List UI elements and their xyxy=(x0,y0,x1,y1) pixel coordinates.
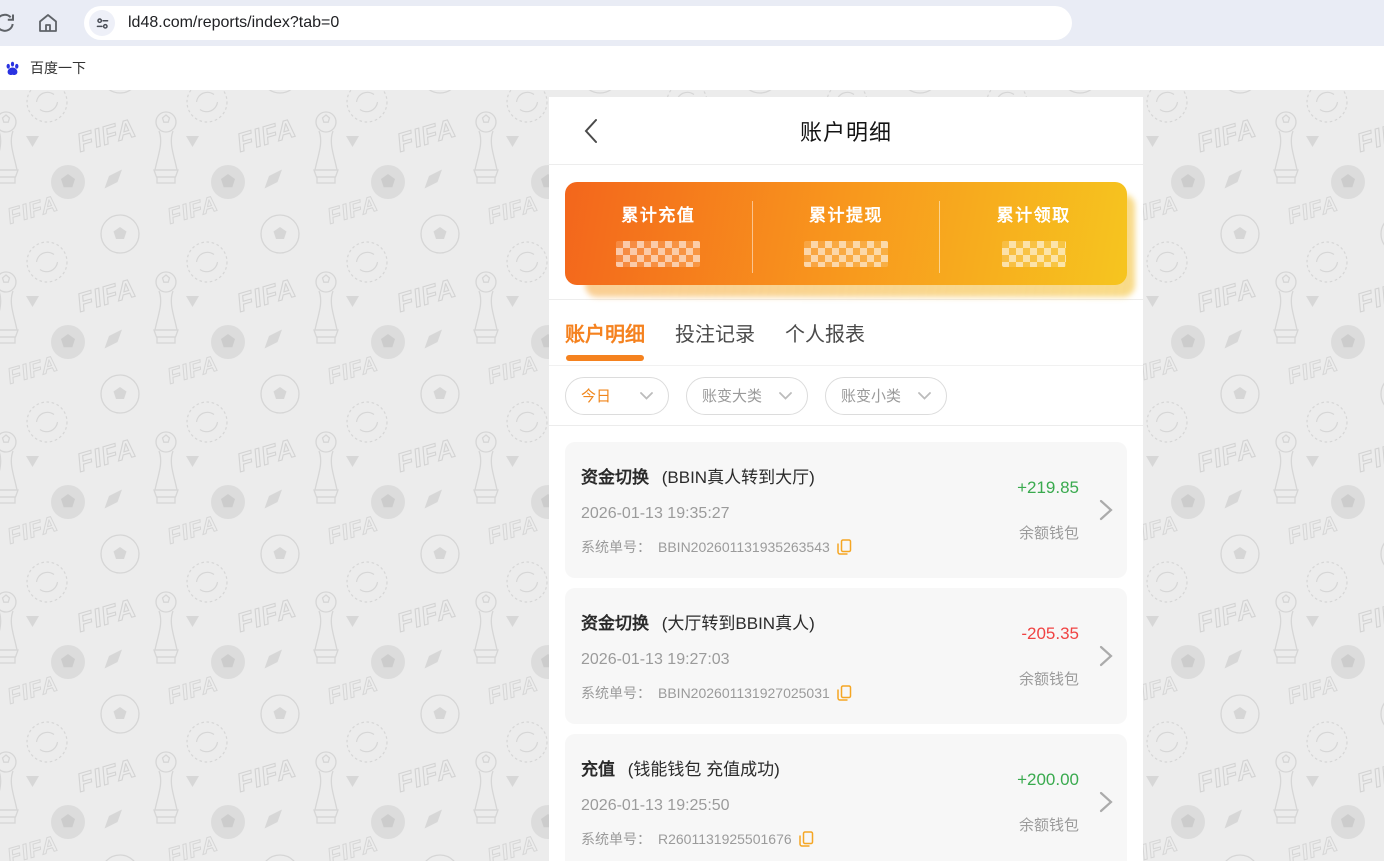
page-title: 账户明细 xyxy=(800,115,892,147)
chevron-down-icon xyxy=(918,392,931,400)
order-number: BBIN202601131935263543 xyxy=(658,539,830,555)
address-input[interactable]: ld48.com/reports/index?tab=0 xyxy=(84,6,1072,40)
baidu-favicon xyxy=(3,59,22,78)
stat-total-deposit: 累计充值 xyxy=(565,201,753,273)
chevron-right-icon xyxy=(1099,790,1113,814)
tab-account-detail[interactable]: 账户明细 xyxy=(565,300,645,365)
transaction-type: 资金切换 xyxy=(581,468,649,487)
transaction-amount: -205.35 xyxy=(1021,624,1079,644)
transaction-detail: (BBIN真人转到大厅) xyxy=(662,468,815,487)
stat-total-withdraw: 累计提现 xyxy=(753,201,941,273)
copy-icon[interactable] xyxy=(799,831,814,847)
tab-personal-report[interactable]: 个人报表 xyxy=(785,300,865,365)
back-button[interactable] xyxy=(577,116,607,146)
filter-date-dropdown[interactable]: 今日 xyxy=(565,377,669,415)
transaction-right: +219.85 余额钱包 xyxy=(1017,478,1079,543)
copy-icon[interactable] xyxy=(837,685,852,701)
stat-label: 累计充值 xyxy=(621,201,695,226)
order-number: R2601131925501676 xyxy=(658,831,792,847)
chevron-right-icon xyxy=(1099,498,1113,522)
transaction-type: 资金切换 xyxy=(581,614,649,633)
filter-label: 账变小类 xyxy=(841,385,901,406)
transaction-wallet: 余额钱包 xyxy=(1019,522,1079,543)
browser-address-bar: ld48.com/reports/index?tab=0 xyxy=(0,0,1384,46)
chevron-down-icon xyxy=(779,392,792,400)
transaction-row[interactable]: 资金切换 (BBIN真人转到大厅) 2026-01-13 19:35:27 系统… xyxy=(565,442,1127,578)
stats-card: 累计充值 累计提现 累计领取 xyxy=(565,182,1127,285)
page-header: 账户明细 xyxy=(549,97,1143,165)
filter-label: 账变大类 xyxy=(702,385,762,406)
transaction-type: 充值 xyxy=(581,760,615,779)
redacted-value xyxy=(1002,241,1066,267)
chevron-left-icon xyxy=(577,116,607,146)
bookmarks-bar: 百度一下 xyxy=(0,46,1384,90)
chevron-down-icon xyxy=(640,392,653,400)
transaction-detail: (钱能钱包 充值成功) xyxy=(628,760,780,779)
transaction-amount: +200.00 xyxy=(1017,770,1079,790)
redacted-value xyxy=(616,241,700,267)
order-label: 系统单号： xyxy=(581,829,651,849)
tab-bet-records[interactable]: 投注记录 xyxy=(675,300,755,365)
transaction-amount: +219.85 xyxy=(1017,478,1079,498)
account-detail-panel: 账户明细 累计充值 累计提现 累计领取 xyxy=(549,97,1143,861)
reload-icon[interactable] xyxy=(0,11,17,35)
copy-icon[interactable] xyxy=(837,539,852,555)
transaction-wallet: 余额钱包 xyxy=(1019,668,1079,689)
page-background: FIFA FIFA 账户明细 xyxy=(0,90,1384,861)
bookmark-label: 百度一下 xyxy=(30,58,86,78)
transaction-right: +200.00 余额钱包 xyxy=(1017,770,1079,835)
transaction-wallet: 余额钱包 xyxy=(1019,814,1079,835)
transaction-list: 资金切换 (BBIN真人转到大厅) 2026-01-13 19:35:27 系统… xyxy=(549,426,1143,861)
chevron-right-icon xyxy=(1099,644,1113,668)
site-info-tune-icon[interactable] xyxy=(89,10,115,36)
stat-total-claimed: 累计领取 xyxy=(940,201,1127,273)
redacted-value xyxy=(804,241,888,267)
transaction-row[interactable]: 充值 (钱能钱包 充值成功) 2026-01-13 19:25:50 系统单号：… xyxy=(565,734,1127,861)
order-label: 系统单号： xyxy=(581,683,651,703)
tabs-row: 账户明细 投注记录 个人报表 xyxy=(549,300,1143,366)
filter-minor-type-dropdown[interactable]: 账变小类 xyxy=(825,377,947,415)
stat-label: 累计领取 xyxy=(997,201,1071,226)
stat-label: 累计提现 xyxy=(809,201,883,226)
filters-row: 今日 账变大类 账变小类 xyxy=(549,366,1143,426)
home-icon[interactable] xyxy=(36,11,60,35)
transaction-row[interactable]: 资金切换 (大厅转到BBIN真人) 2026-01-13 19:27:03 系统… xyxy=(565,588,1127,724)
filter-label: 今日 xyxy=(581,385,611,406)
browser-window: ld48.com/reports/index?tab=0 百度一下 xyxy=(0,0,1384,861)
order-number: BBIN202601131927025031 xyxy=(658,685,830,701)
url-text: ld48.com/reports/index?tab=0 xyxy=(128,14,339,32)
transaction-detail: (大厅转到BBIN真人) xyxy=(662,614,815,633)
order-label: 系统单号： xyxy=(581,537,651,557)
bookmark-baidu[interactable]: 百度一下 xyxy=(3,58,86,78)
stats-section: 累计充值 累计提现 累计领取 xyxy=(549,165,1143,300)
filter-major-type-dropdown[interactable]: 账变大类 xyxy=(686,377,808,415)
transaction-right: -205.35 余额钱包 xyxy=(1019,624,1079,689)
